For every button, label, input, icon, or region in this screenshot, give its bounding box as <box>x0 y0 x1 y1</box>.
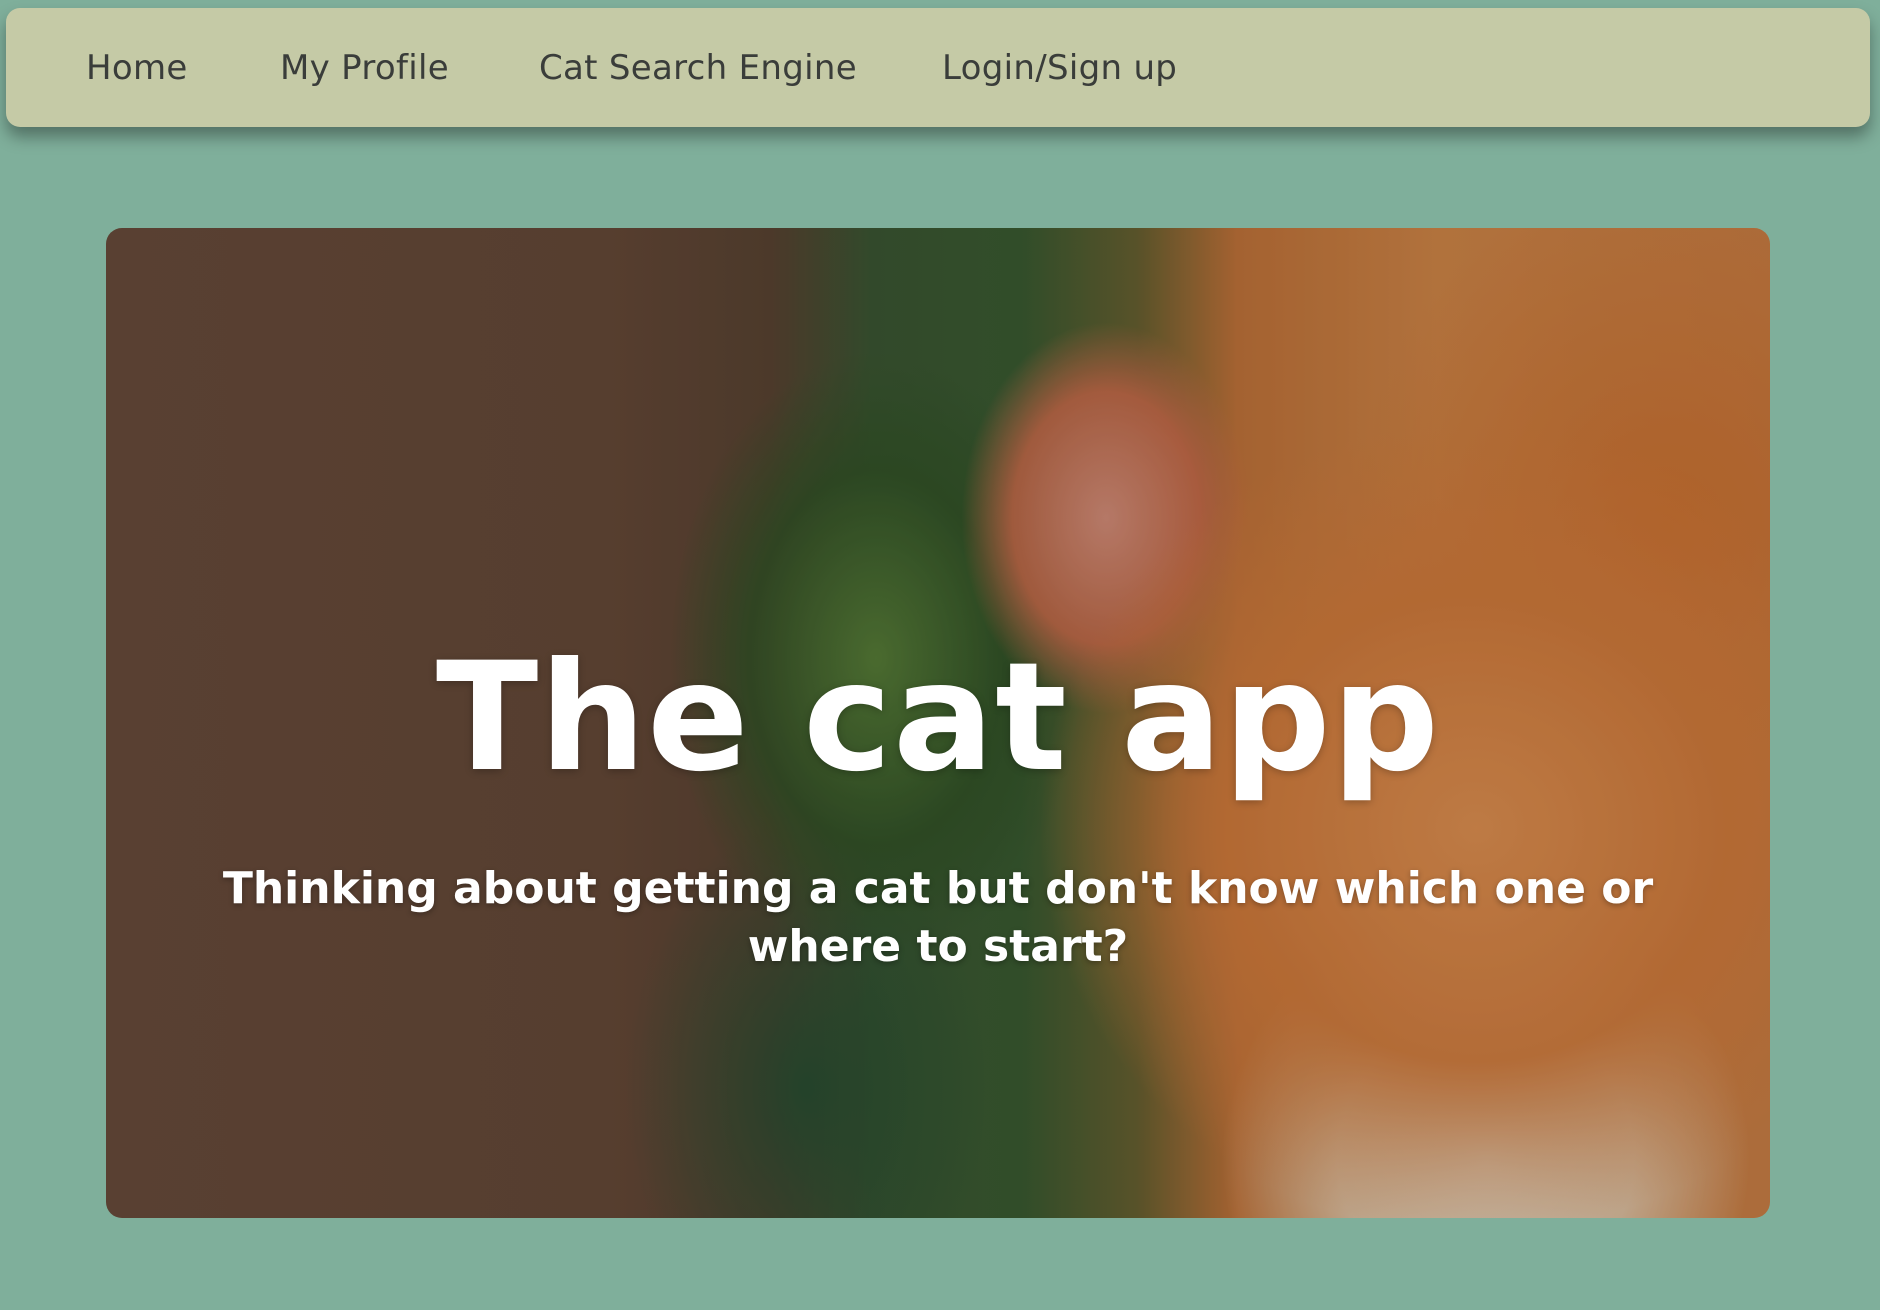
hero-title: The cat app <box>435 631 1441 805</box>
top-navbar: Home My Profile Cat Search Engine Login/… <box>6 8 1870 127</box>
nav-cat-search-engine-link[interactable]: Cat Search Engine <box>539 8 857 127</box>
hero-content: The cat app Thinking about getting a cat… <box>106 228 1770 1218</box>
hero-subtitle: Thinking about getting a cat but don't k… <box>222 863 1654 972</box>
nav-my-profile-link[interactable]: My Profile <box>280 8 449 127</box>
nav-home-link[interactable]: Home <box>86 8 188 127</box>
hero-banner: The cat app Thinking about getting a cat… <box>106 228 1770 1218</box>
nav-login-signup-link[interactable]: Login/Sign up <box>942 8 1177 127</box>
